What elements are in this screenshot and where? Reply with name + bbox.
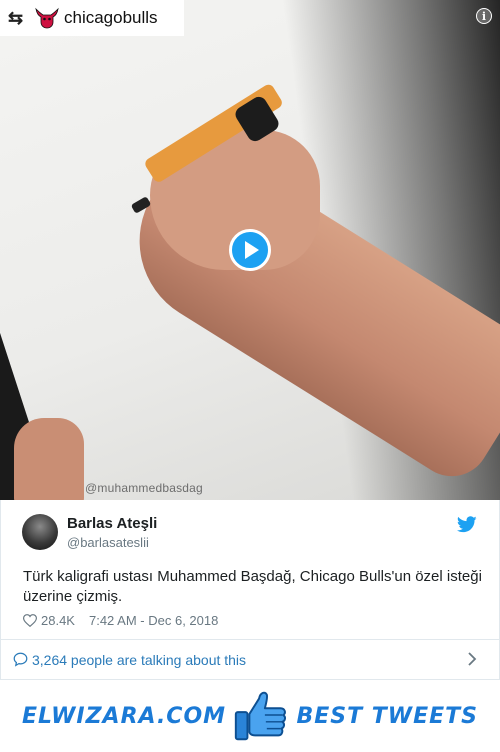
play-icon	[245, 241, 259, 259]
site-name[interactable]: ELWIZARA.COM	[22, 704, 226, 729]
tweet-text: Türk kaligrafi ustası Muhammed Başdağ, C…	[23, 568, 482, 605]
site-banner: ELWIZARA.COM BEST TWEETS	[0, 680, 500, 752]
info-icon[interactable]: i	[476, 8, 492, 24]
video-frame-fingers	[14, 418, 84, 500]
best-tweets-label: BEST TWEETS	[296, 703, 478, 729]
repost-account-name: chicagobulls	[64, 8, 158, 27]
tweet-timestamp[interactable]: 7:42 AM - Dec 6, 2018	[89, 613, 218, 628]
repost-attribution[interactable]: ⇆ chicagobulls	[0, 0, 184, 36]
avatar[interactable]	[22, 514, 58, 550]
conversation-link[interactable]: 3,264 people are talking about this	[0, 640, 500, 680]
author-name[interactable]: Barlas Ateşli	[67, 515, 157, 532]
video-watermark: @muhammedbasdag	[85, 481, 203, 495]
speech-bubble-icon	[13, 652, 28, 667]
thumbs-up-icon	[235, 691, 287, 741]
author-handle[interactable]: @barlasateslii	[67, 535, 149, 550]
like-count[interactable]: 28.4K	[41, 613, 75, 628]
bull-logo-icon	[35, 7, 59, 29]
twitter-bird-icon[interactable]	[457, 516, 477, 533]
conversation-label: 3,264 people are talking about this	[32, 651, 247, 668]
heart-icon[interactable]	[23, 614, 37, 627]
retweet-icon: ⇆	[8, 7, 24, 28]
tweet-card: Barlas Ateşli @barlasateslii Türk kaligr…	[0, 500, 500, 640]
tweet-meta: 28.4K 7:42 AM - Dec 6, 2018	[23, 613, 218, 628]
play-button[interactable]	[229, 229, 271, 271]
chevron-right-icon	[468, 652, 477, 666]
video-player[interactable]: @muhammedbasdag ⇆ chicagobulls i	[0, 0, 500, 500]
